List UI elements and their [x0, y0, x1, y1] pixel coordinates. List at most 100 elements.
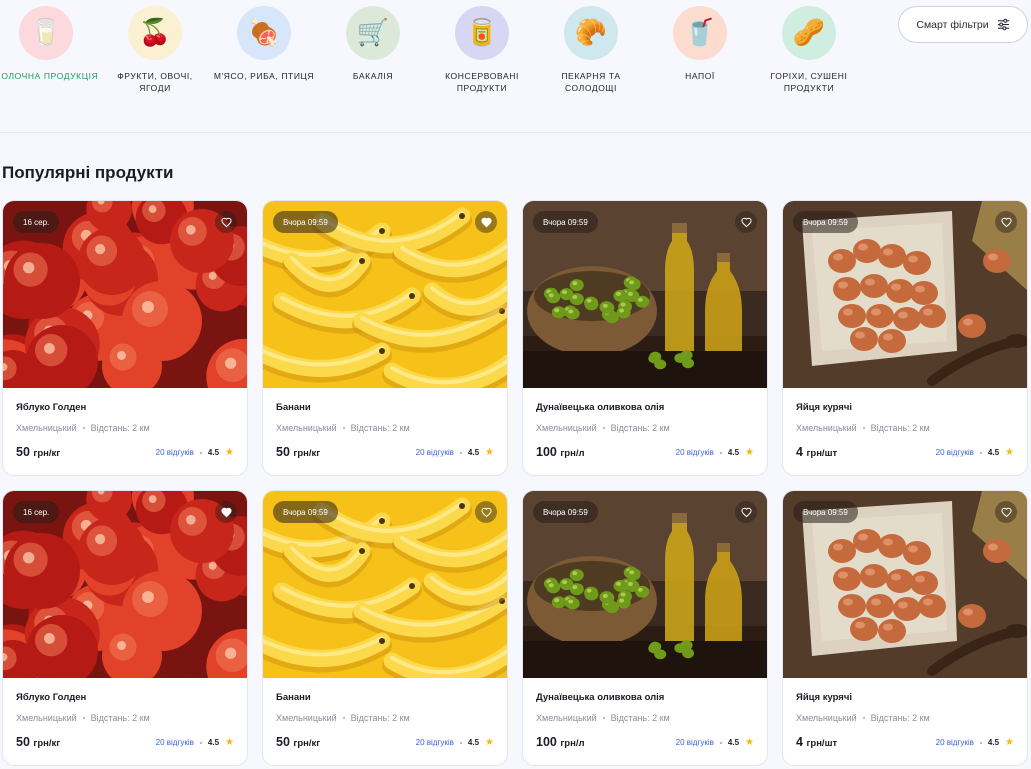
- category-item[interactable]: 🛒 БАКАЛІЯ: [318, 6, 428, 82]
- favorite-heart-icon[interactable]: [215, 211, 237, 233]
- price-unit: грн/л: [560, 738, 585, 749]
- star-icon: ★: [745, 737, 754, 748]
- rating-value: 4.5: [207, 738, 220, 747]
- product-card[interactable]: Вчора 09:59 Банани Хмельницький Відстань…: [262, 490, 508, 766]
- product-info: Банани Хмельницький Відстань: 2 км 50 гр…: [263, 678, 507, 765]
- product-card[interactable]: Вчора 09:59 Дунаївецька оливкова олія Хм…: [522, 200, 768, 476]
- category-item[interactable]: 🍒 ФРУКТИ, ОВОЧІ, ЯГОДИ: [100, 6, 210, 94]
- date-badge: Вчора 09:59: [533, 501, 598, 523]
- product-location: Хмельницький Відстань: 2 км: [796, 713, 930, 723]
- date-badge: Вчора 09:59: [533, 211, 598, 233]
- star-icon: ★: [485, 447, 494, 458]
- product-city: Хмельницький: [16, 713, 77, 723]
- product-card[interactable]: Вчора 09:59 Банани Хмельницький Відстань…: [262, 200, 508, 476]
- product-city: Хмельницький: [276, 713, 337, 723]
- meat-icon: 🍖: [237, 6, 291, 60]
- product-location: Хмельницький Відстань: 2 км: [276, 423, 410, 433]
- favorite-heart-icon[interactable]: [735, 211, 757, 233]
- reviews-link[interactable]: 20 відгуків: [416, 448, 454, 457]
- product-card[interactable]: 16 сер. Яблуко Голден Хмельницький Відст…: [2, 200, 248, 476]
- product-city: Хмельницький: [16, 423, 77, 433]
- product-name: Яблуко Голден: [16, 692, 87, 703]
- product-card[interactable]: 16 сер. Яблуко Голден Хмельницький Відст…: [2, 490, 248, 766]
- product-distance: Відстань: 2 км: [350, 713, 410, 723]
- reviews-link[interactable]: 20 відгуків: [156, 448, 194, 457]
- star-icon: ★: [745, 447, 754, 458]
- category-item[interactable]: 🥜 ГОРІХИ, СУШЕНІ ПРОДУКТИ: [754, 6, 864, 94]
- product-info: Яблуко Голден Хмельницький Відстань: 2 к…: [3, 388, 247, 475]
- product-info: Яйця курячі Хмельницький Відстань: 2 км …: [783, 388, 1027, 475]
- rating-value: 4.5: [207, 448, 220, 457]
- product-price: 100 грн/л: [536, 445, 585, 459]
- product-price: 50 грн/кг: [16, 735, 60, 749]
- product-distance: Відстань: 2 км: [90, 423, 150, 433]
- price-unit: грн/шт: [806, 738, 838, 749]
- date-badge: 16 сер.: [13, 211, 60, 233]
- milk-icon: 🥛: [19, 6, 73, 60]
- product-name: Яйця курячі: [796, 692, 852, 703]
- category-label: НАПОЇ: [685, 71, 715, 81]
- product-name: Дунаївецька оливкова олія: [536, 692, 665, 703]
- price-value: 50: [16, 735, 30, 749]
- product-rating: 20 відгуків 4.5 ★: [156, 447, 234, 458]
- reviews-link[interactable]: 20 відгуків: [936, 738, 974, 747]
- product-name: Яйця курячі: [796, 402, 852, 413]
- product-location: Хмельницький Відстань: 2 км: [16, 713, 150, 723]
- product-card[interactable]: Вчора 09:59 Яйця курячі Хмельницький Від…: [782, 490, 1028, 766]
- product-name: Банани: [276, 692, 311, 703]
- product-info: Дунаївецька оливкова олія Хмельницький В…: [523, 678, 767, 765]
- favorite-heart-icon[interactable]: [475, 211, 497, 233]
- product-distance: Відстань: 2 км: [610, 713, 670, 723]
- favorite-heart-icon[interactable]: [995, 501, 1017, 523]
- croissant-icon: 🥐: [564, 6, 618, 60]
- category-item[interactable]: 🥫 КОНСЕРВОВАНІ ПРОДУКТИ: [427, 6, 537, 94]
- favorite-heart-icon[interactable]: [475, 501, 497, 523]
- category-item[interactable]: 🥤 НАПОЇ: [645, 6, 755, 82]
- product-city: Хмельницький: [796, 423, 857, 433]
- star-icon: ★: [225, 737, 234, 748]
- product-price: 50 грн/кг: [276, 445, 320, 459]
- price-value: 100: [536, 445, 557, 459]
- reviews-link[interactable]: 20 відгуків: [416, 738, 454, 747]
- category-item[interactable]: 🍖 М'ЯСО, РИБА, ПТИЦЯ: [209, 6, 319, 82]
- product-city: Хмельницький: [536, 713, 597, 723]
- reviews-link[interactable]: 20 відгуків: [156, 738, 194, 747]
- price-value: 100: [536, 735, 557, 749]
- smart-filters-button[interactable]: Смарт фільтри: [898, 6, 1028, 43]
- product-location: Хмельницький Відстань: 2 км: [16, 423, 150, 433]
- product-rating: 20 відгуків 4.5 ★: [676, 447, 754, 458]
- product-location: Хмельницький Відстань: 2 км: [536, 423, 670, 433]
- product-rating: 20 відгуків 4.5 ★: [936, 737, 1014, 748]
- cherry-icon: 🍒: [128, 6, 182, 60]
- category-bar: 🥛 МОЛОЧНА ПРОДУКЦІЯ 🍒 ФРУКТИ, ОВОЧІ, ЯГОДИ 🍖…: [0, 0, 1031, 133]
- star-icon: ★: [225, 447, 234, 458]
- reviews-link[interactable]: 20 відгуків: [676, 448, 714, 457]
- product-card[interactable]: Вчора 09:59 Дунаївецька оливкова олія Хм…: [522, 490, 768, 766]
- rating-value: 4.5: [467, 448, 480, 457]
- price-value: 50: [276, 445, 290, 459]
- favorite-heart-icon[interactable]: [735, 501, 757, 523]
- date-badge: 16 сер.: [13, 501, 60, 523]
- reviews-link[interactable]: 20 відгуків: [936, 448, 974, 457]
- reviews-link[interactable]: 20 відгуків: [676, 738, 714, 747]
- category-label: ГОРІХИ, СУШЕНІ ПРОДУКТИ: [770, 71, 848, 93]
- product-card[interactable]: Вчора 09:59 Яйця курячі Хмельницький Від…: [782, 200, 1028, 476]
- rating-value: 4.5: [987, 448, 1000, 457]
- category-item[interactable]: 🥛 МОЛОЧНА ПРОДУКЦІЯ: [0, 6, 101, 82]
- product-city: Хмельницький: [796, 713, 857, 723]
- product-distance: Відстань: 2 км: [90, 713, 150, 723]
- product-city: Хмельницький: [276, 423, 337, 433]
- favorite-heart-icon[interactable]: [995, 211, 1017, 233]
- product-info: Дунаївецька оливкова олія Хмельницький В…: [523, 388, 767, 475]
- category-label: М'ЯСО, РИБА, ПТИЦЯ: [213, 71, 315, 81]
- peanut-icon: 🥜: [782, 6, 836, 60]
- product-distance: Відстань: 2 км: [350, 423, 410, 433]
- category-label: ФРУКТИ, ОВОЧІ, ЯГОДИ: [117, 71, 193, 93]
- category-label: КОНСЕРВОВАНІ ПРОДУКТИ: [445, 71, 519, 93]
- product-distance: Відстань: 2 км: [870, 423, 930, 433]
- category-item[interactable]: 🥐 ПЕКАРНЯ ТА СОЛОДОЩІ: [536, 6, 646, 94]
- product-price: 50 грн/кг: [276, 735, 320, 749]
- star-icon: ★: [1005, 737, 1014, 748]
- price-unit: грн/кг: [33, 448, 61, 459]
- favorite-heart-icon[interactable]: [215, 501, 237, 523]
